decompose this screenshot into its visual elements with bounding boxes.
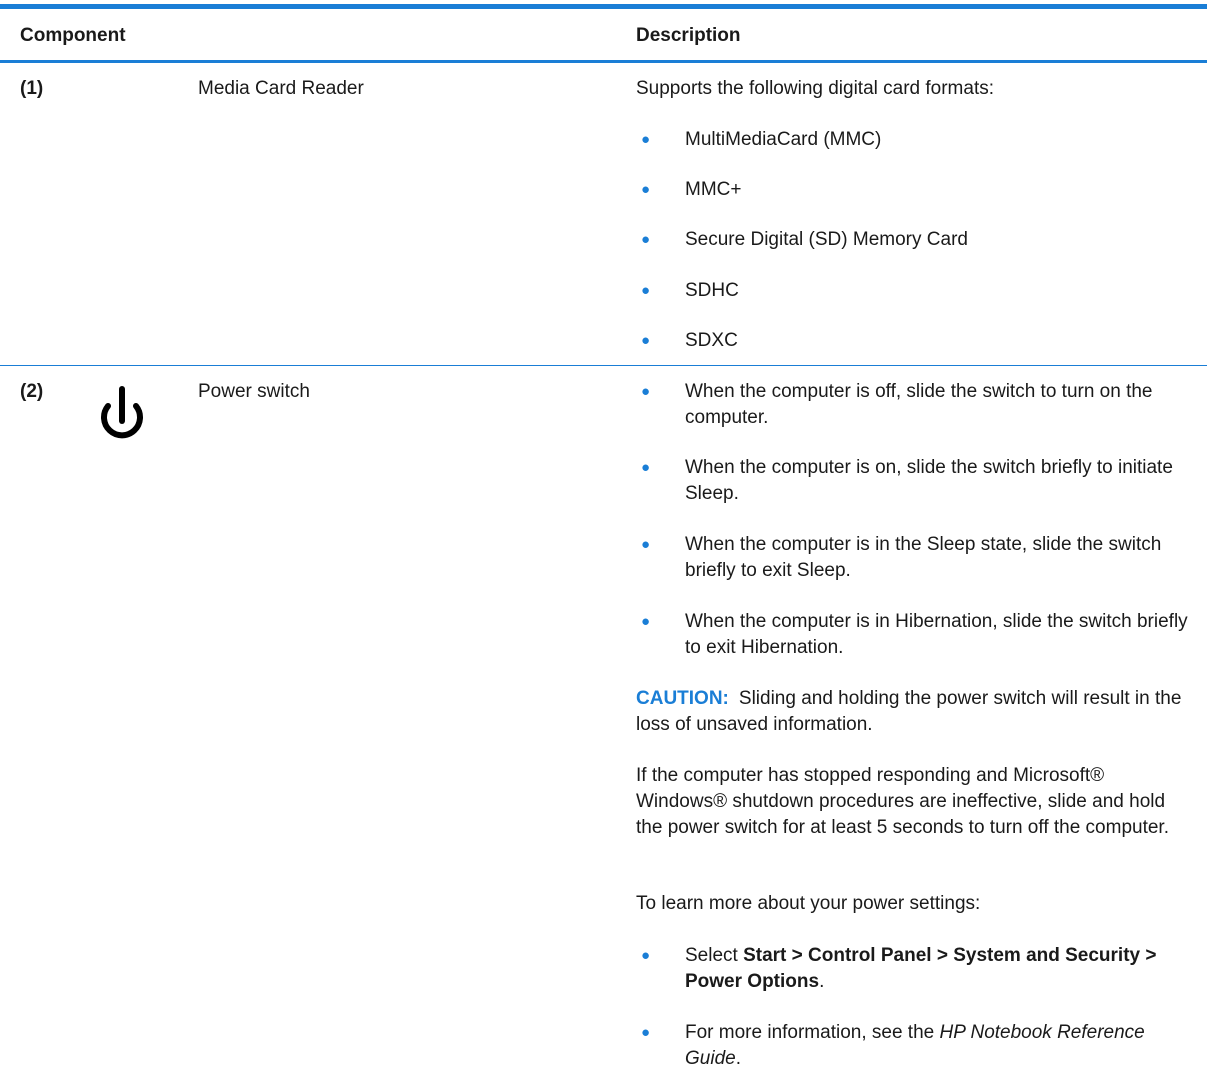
list-item: When the computer is on, slide the switc… xyxy=(685,457,1173,504)
list-item: When the computer is in the Sleep state,… xyxy=(685,534,1162,581)
list-item: For more information, see the HP Noteboo… xyxy=(685,1020,1200,1072)
bullet-icon: ● xyxy=(641,947,651,964)
bullet-icon: ● xyxy=(641,231,651,248)
bullet-icon: ● xyxy=(641,613,651,630)
settings-path: Start > Control Panel > System and Secur… xyxy=(685,945,1157,992)
bullet-icon: ● xyxy=(641,459,651,476)
row-number: (1) xyxy=(20,78,44,99)
column-header-description: Description xyxy=(636,25,741,46)
learn-more-text: To learn more about your power settings: xyxy=(636,893,981,914)
column-header-component: Component xyxy=(20,25,126,46)
list-item: When the computer is off, slide the swit… xyxy=(685,381,1153,428)
list-item: Secure Digital (SD) Memory Card xyxy=(685,229,968,250)
list-item: SDHC xyxy=(685,280,739,301)
list-item: When the computer is in Hibernation, sli… xyxy=(685,611,1188,658)
table-header: Component Description xyxy=(0,9,1207,59)
bullet-icon: ● xyxy=(641,181,651,198)
list-item: SDXC xyxy=(685,330,738,351)
bullet-icon: ● xyxy=(641,383,651,400)
settings-suffix: . xyxy=(819,971,825,992)
list-item: MultiMediaCard (MMC) xyxy=(685,129,882,150)
info-suffix: . xyxy=(735,1048,741,1069)
bullet-icon: ● xyxy=(641,131,651,148)
caution-note: CAUTION: Sliding and holding the power sw… xyxy=(636,686,1196,738)
list-item: Select Start > Control Panel > System an… xyxy=(685,943,1200,995)
header-rule xyxy=(0,60,1207,63)
description-paragraph: If the computer has stopped responding a… xyxy=(636,765,1169,838)
bullet-icon: ● xyxy=(641,282,651,299)
bullet-icon: ● xyxy=(641,1024,651,1041)
description-intro: Supports the following digital card form… xyxy=(636,78,995,99)
component-name: Media Card Reader xyxy=(198,78,364,99)
settings-prefix: Select xyxy=(685,945,744,966)
list-item: MMC+ xyxy=(685,179,742,200)
bullet-icon: ● xyxy=(641,332,651,349)
row-number: (2) xyxy=(20,381,44,402)
bullet-icon: ● xyxy=(641,536,651,553)
info-prefix: For more information, see the xyxy=(685,1022,940,1043)
row-divider xyxy=(0,365,1207,366)
caution-label: CAUTION: xyxy=(636,688,729,709)
power-icon xyxy=(101,386,143,439)
component-name: Power switch xyxy=(198,381,310,402)
